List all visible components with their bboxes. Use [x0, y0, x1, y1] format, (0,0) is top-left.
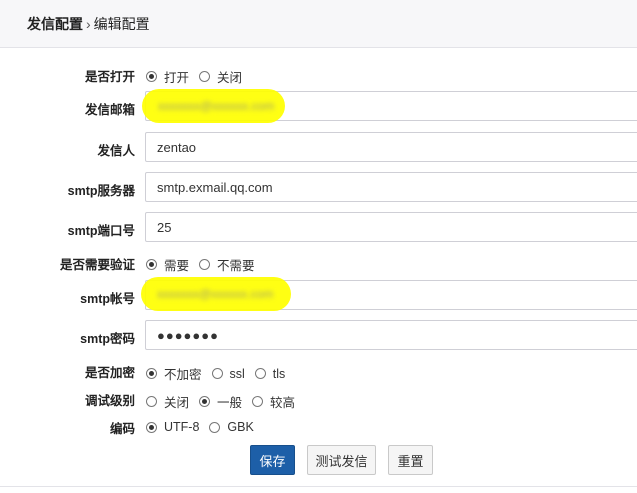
sender-name-input[interactable]	[145, 132, 637, 162]
smtp-password-input[interactable]: ●●●●●●●	[145, 320, 637, 350]
enabled-row: 是否打开 打开 关闭	[0, 64, 637, 86]
encryption-row: 是否加密 不加密 ssl tls	[0, 361, 637, 383]
smtp-account-label: smtp帐号	[80, 292, 135, 306]
charset-label: 编码	[109, 422, 135, 436]
debug-level-option-off[interactable]: 关闭	[146, 392, 189, 411]
smtp-port-row: smtp端口号	[0, 212, 637, 242]
debug-level-option-normal[interactable]: 一般	[199, 392, 242, 411]
smtp-server-label: smtp服务器	[67, 184, 135, 198]
sender-name-label: 发信人	[97, 144, 135, 158]
need-auth-row: 是否需要验证 需要 不需要	[0, 252, 637, 274]
encryption-option-tls[interactable]: tls	[254, 367, 285, 381]
radio-checked-icon[interactable]	[146, 421, 157, 433]
enabled-label: 是否打开	[84, 70, 135, 84]
radio-unchecked-icon[interactable]	[146, 396, 157, 407]
enabled-radio-group: 打开 关闭	[146, 67, 252, 86]
debug-level-label: 调试级别	[84, 394, 135, 408]
radio-checked-icon[interactable]	[146, 368, 157, 379]
radio-unchecked-icon[interactable]	[254, 368, 266, 379]
save-button[interactable]: 保存	[250, 445, 295, 475]
password-dots: ●●●●●●●	[157, 327, 219, 343]
breadcrumb-current: 编辑配置	[93, 15, 150, 32]
redaction-highlight: xxxxxxx@xxxxxx.com	[142, 89, 285, 123]
need-auth-radio-group: 需要 不需要	[146, 255, 265, 274]
encryption-option-ssl[interactable]: ssl	[211, 367, 245, 381]
need-auth-label: 是否需要验证	[59, 258, 135, 272]
encryption-radio-group: 不加密 ssl tls	[146, 364, 295, 383]
radio-checked-icon[interactable]	[146, 259, 157, 270]
debug-level-option-high[interactable]: 较高	[252, 392, 295, 411]
smtp-password-row: smtp密码 ●●●●●●●	[0, 320, 637, 350]
radio-unchecked-icon[interactable]	[209, 421, 221, 433]
radio-unchecked-icon[interactable]	[252, 396, 264, 407]
smtp-account-value: xxxxxxx@xxxxxx.com	[157, 287, 274, 301]
radio-unchecked-icon[interactable]	[211, 368, 223, 379]
charset-option-gbk[interactable]: GBK	[209, 420, 254, 434]
encryption-option-none[interactable]: 不加密	[146, 364, 202, 383]
breadcrumb-main[interactable]: 发信配置	[27, 14, 83, 34]
enabled-option-on[interactable]: 打开	[146, 67, 189, 86]
bottom-divider	[0, 486, 637, 487]
redaction-highlight: xxxxxxx@xxxxxx.com	[141, 277, 291, 311]
encryption-label: 是否加密	[84, 366, 135, 380]
charset-option-utf8[interactable]: UTF-8	[146, 420, 199, 434]
radio-checked-icon[interactable]	[146, 71, 157, 82]
need-auth-option-yes[interactable]: 需要	[146, 255, 189, 274]
smtp-server-row: smtp服务器	[0, 172, 637, 202]
smtp-account-row: smtp帐号 xxxxxxx@xxxxxx.com	[0, 277, 637, 311]
debug-level-row: 调试级别 关闭 一般 较高	[0, 389, 637, 411]
smtp-password-label: smtp密码	[80, 332, 135, 346]
breadcrumb: 发信配置 › 编辑配置	[0, 0, 637, 48]
smtp-server-input[interactable]	[145, 172, 637, 202]
smtp-port-label: smtp端口号	[67, 224, 135, 238]
need-auth-option-no[interactable]: 不需要	[199, 255, 255, 274]
radio-unchecked-icon[interactable]	[199, 259, 211, 270]
reset-button[interactable]: 重置	[388, 445, 433, 475]
enabled-option-off[interactable]: 关闭	[199, 67, 242, 86]
radio-checked-icon[interactable]	[199, 396, 211, 407]
sender-name-row: 发信人	[0, 132, 637, 162]
sender-email-value: xxxxxxx@xxxxxx.com	[158, 99, 275, 113]
breadcrumb-separator-icon: ›	[86, 15, 91, 32]
charset-radio-group: UTF-8 GBK	[146, 420, 264, 434]
charset-row: 编码 UTF-8 GBK	[0, 417, 637, 437]
test-send-button[interactable]: 测试发信	[307, 445, 376, 475]
smtp-port-input[interactable]	[145, 212, 637, 242]
radio-unchecked-icon[interactable]	[199, 71, 211, 82]
sender-email-label: 发信邮箱	[84, 103, 135, 117]
debug-level-radio-group: 关闭 一般 较高	[146, 392, 305, 411]
sender-email-row: 发信邮箱 xxxxxxx@xxxxxx.com	[0, 89, 637, 123]
